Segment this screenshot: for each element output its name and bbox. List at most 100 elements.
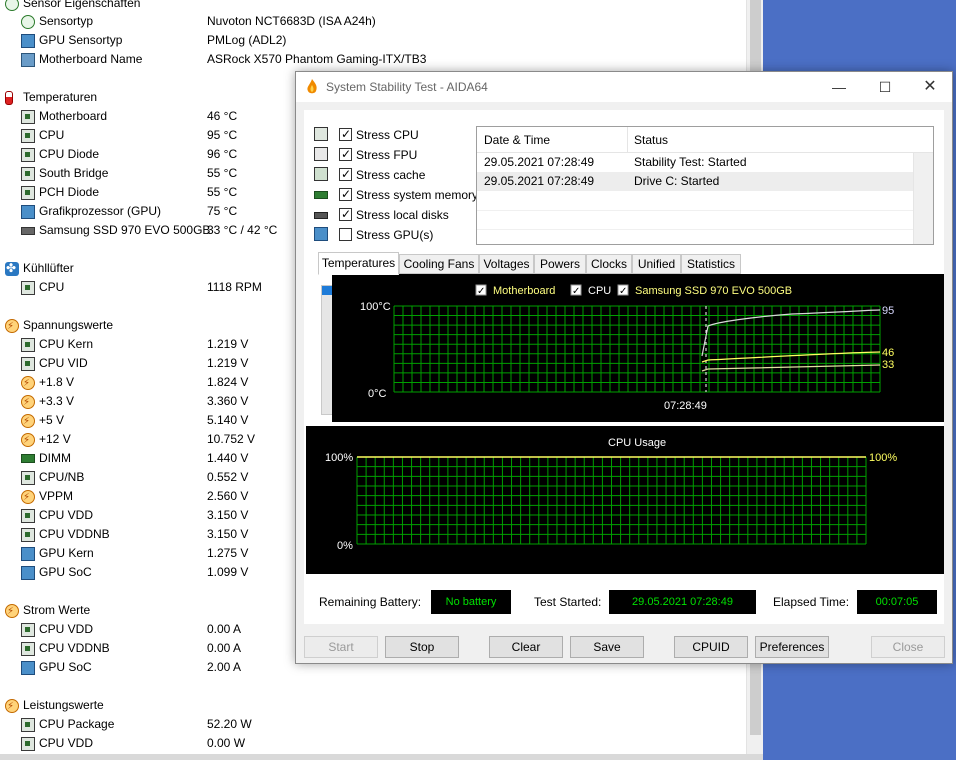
sensor-row[interactable]: CPU VDD 0.00 W [0,734,746,753]
sensor-label: CPU Diode [39,147,100,161]
cpu-usage-grid [356,456,867,545]
stress-checkbox[interactable] [339,126,352,142]
tab-statistics[interactable]: Statistics [681,254,741,274]
sensor-row[interactable]: GPU Sensortyp PMLog (ADL2) [0,31,746,50]
title-bar[interactable]: System Stability Test - AIDA64 — ☐ ✕ [296,72,952,102]
stress-checkbox[interactable] [339,146,352,162]
sensor-label: CPU Kern [39,337,94,351]
stress-checkbox[interactable] [339,186,352,202]
sensor-label: CPU VDD [39,622,94,636]
status-row: Remaining Battery: No battery Test Start… [296,587,952,617]
stress-label: Stress local disks [356,208,449,222]
voltage-icon [21,431,35,450]
start-button[interactable]: Start [304,636,378,658]
graph-tabs: Temperatures Cooling Fans Voltages Power… [318,252,748,275]
sensor-label: Samsung SSD 970 EVO 500GB [39,223,211,237]
save-button[interactable]: Save [570,636,644,658]
chip-icon [21,129,35,143]
sensor-label: Grafikprozessor (GPU) [39,204,162,218]
tab-cooling-fans[interactable]: Cooling Fans [399,254,479,274]
stress-checkbox[interactable] [339,228,352,241]
close-window-button[interactable]: ✕ [907,72,953,102]
log-datetime: 29.05.2021 07:28:49 [484,155,595,169]
stress-checkbox[interactable] [339,166,352,182]
gpu-icon [314,227,328,241]
chip-icon [21,623,35,637]
temperature-graph: ✓ Motherboard ✓ CPU ✓ Samsung SSD 970 EV… [332,274,944,422]
log-header-datetime[interactable]: Date & Time [484,133,550,147]
sensor-group-header[interactable]: Leistungswerte [0,696,746,716]
chip-icon [21,509,35,523]
log-header-status[interactable]: Status [634,133,668,147]
stress-label: Stress cache [356,168,426,182]
sensor-label: Motherboard [39,109,108,123]
clear-button[interactable]: Clear [489,636,563,658]
sensor-label: CPU VDDNB [39,527,110,541]
stop-button[interactable]: Stop [385,636,459,658]
elapsed-time-label: Elapsed Time: [773,595,850,609]
tab-unified[interactable]: Unified [632,254,681,274]
sensor-row[interactable]: Sensortyp Nuvoton NCT6683D (ISA A24h) [0,12,746,31]
tab-voltages[interactable]: Voltages [479,254,534,274]
sensor-group-title: Temperaturen [23,90,98,104]
legend-cpu: CPU [588,285,611,297]
event-log[interactable]: Date & Time Status 29.05.2021 07:28:49 S… [476,126,934,245]
sensor-label: South Bridge [39,166,109,180]
sensor-value: 33 °C / 42 °C [207,223,278,237]
close-button[interactable]: Close [871,636,945,658]
log-row[interactable]: 29.05.2021 07:28:49 Drive C: Started [477,172,913,191]
sensor-label: +1.8 V [39,375,75,389]
maximize-button[interactable]: ☐ [862,72,908,102]
cpuid-button[interactable]: CPUID [674,636,748,658]
sensor-label: CPU Package [39,717,115,731]
memory-icon [314,191,328,199]
stress-checkbox[interactable] [339,206,352,222]
log-status: Stability Test: Started [634,155,747,169]
temperature-grid [393,305,881,393]
sensor-value: 1118 RPM [207,280,262,294]
cpu-icon [314,127,328,141]
gpu-icon [21,661,35,675]
cpu-usage-title: CPU Usage [608,437,666,449]
sensor-label: GPU Kern [39,546,94,560]
sensor-value: 1.219 V [207,356,249,370]
tab-temperatures[interactable]: Temperatures [318,252,399,275]
log-header: Date & Time Status [477,127,933,153]
sensor-value: 5.140 V [207,413,249,427]
log-row[interactable]: 29.05.2021 07:28:49 Stability Test: Star… [477,153,913,172]
chip-icon [21,281,35,295]
sensor-icon [21,15,35,29]
sensor-value: 46 °C [207,109,238,123]
horizontal-scrollbar[interactable] [0,754,763,760]
preferences-button[interactable]: Preferences [755,636,829,658]
sensor-value: 52.20 W [207,717,252,731]
sensor-value: 2.560 V [207,489,249,503]
legend-motherboard: Motherboard [493,285,555,297]
sensor-group-title: Leistungswerte [23,698,104,712]
gpu-icon [21,566,35,580]
battery-value: No battery [431,590,511,614]
sensor-label: CPU VID [39,356,88,370]
chip-icon [21,471,35,485]
fan-icon [5,259,19,278]
minimize-button[interactable]: — [816,72,862,102]
temperature-legend: ✓ Motherboard ✓ CPU ✓ Samsung SSD 970 EV… [475,284,792,297]
dimm-icon [21,454,35,463]
sensor-row[interactable]: CPU Package 52.20 W [0,715,746,734]
chip-icon [21,186,35,200]
stress-label: Stress FPU [356,148,418,162]
cpu-temp-value: 95 [882,305,894,317]
sensor-group-title: Kühllüfter [23,261,74,275]
sensor-row[interactable]: Motherboard Name ASRock X570 Phantom Gami… [0,50,746,69]
log-scrollbar[interactable] [913,153,933,244]
tab-powers[interactable]: Powers [534,254,586,274]
sensor-label: GPU SoC [39,660,92,674]
chip-icon [21,148,35,162]
sensor-value: 75 °C [207,204,238,218]
check-icon: ✓ [477,286,485,297]
elapsed-time-value: 00:07:05 [857,590,937,614]
tab-clocks[interactable]: Clocks [586,254,632,274]
stress-label: Stress CPU [356,128,419,142]
thermometer-icon [5,91,13,105]
sensor-label: PCH Diode [39,185,100,199]
